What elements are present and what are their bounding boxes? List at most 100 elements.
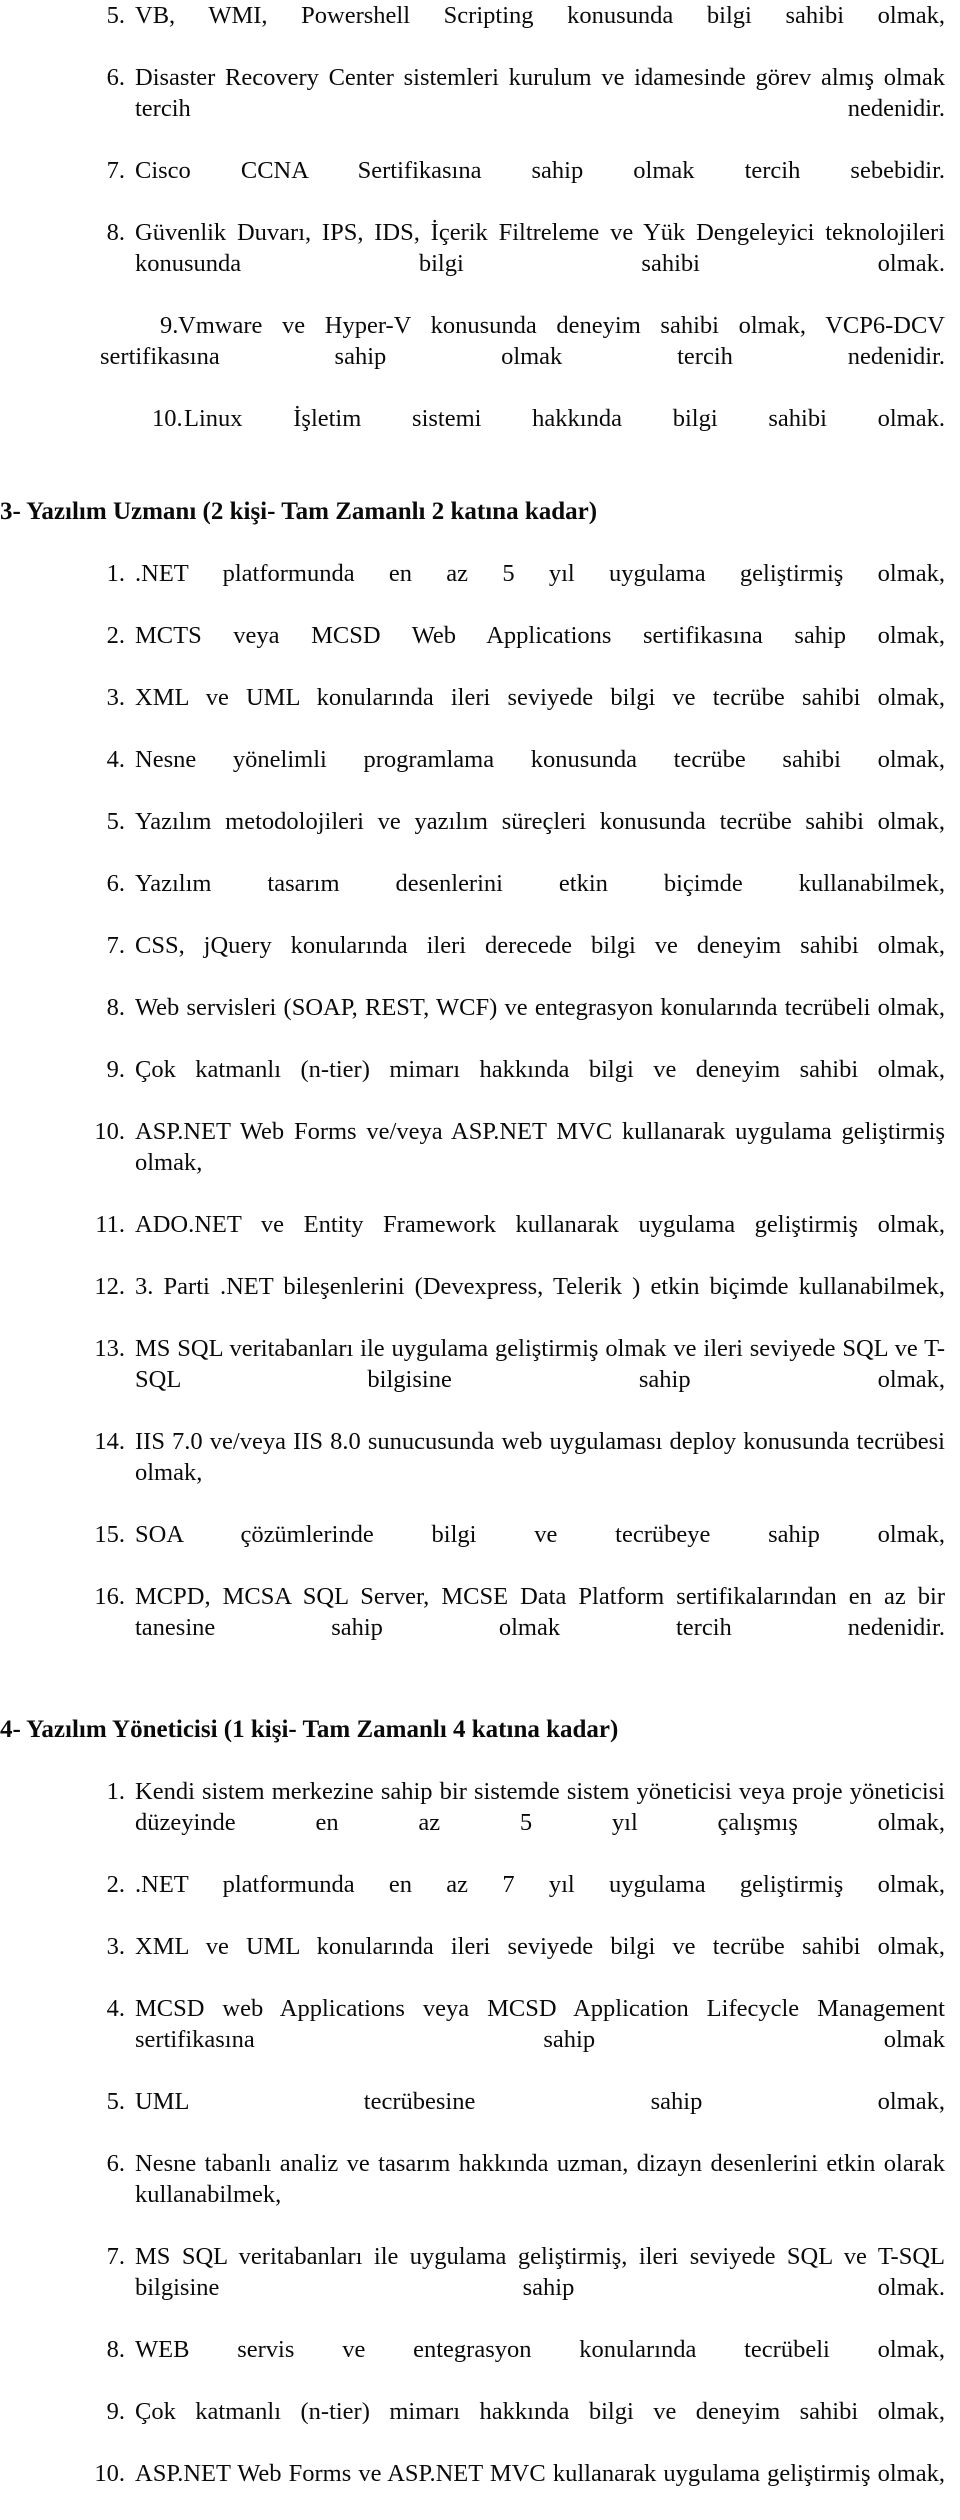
list-item: 5. UML tecrübesine sahip olmak, xyxy=(107,2086,945,2148)
list-item-number: 4. xyxy=(106,1995,125,2022)
list-item: 14. IIS 7.0 ve/veya IIS 8.0 sunucusunda w… xyxy=(94,1426,945,1519)
list-item: 3. XML ve UML konularında ileri seviyede … xyxy=(107,682,945,744)
list-item-number: 8. xyxy=(106,994,125,1021)
section-2-list-indented: 9.Vmware ve Hyper-V konusunda deneyim sa… xyxy=(0,310,960,465)
list-item: 2. MCTS veya MCSD Web Applications sertif… xyxy=(107,620,945,682)
list-item-number: 4. xyxy=(106,746,125,773)
list-item: 6. Nesne tabanlı analiz ve tasarım hakkın… xyxy=(107,2148,945,2241)
list-item-number: 14. xyxy=(94,1428,125,1455)
list-item-text: XML ve UML konularında ileri seviyede bi… xyxy=(135,1933,945,1960)
list-item-text: MCPD, MCSA SQL Server, MCSE Data Platfor… xyxy=(135,1583,945,1641)
list-item-text: ASP.NET Web Forms ve/veya ASP.NET MVC ku… xyxy=(135,1118,945,1176)
list-item-number: 5. xyxy=(106,808,125,835)
list-item: 1. Kendi sistem merkezine sahip bir siste… xyxy=(107,1776,945,1869)
list-item-text: MCTS veya MCSD Web Applications sertifik… xyxy=(135,622,945,649)
section-3: 3- Yazılım Uzmanı (2 kişi- Tam Zamanlı 2… xyxy=(0,496,960,1674)
list-item: 9. Çok katmanlı (n-tier) mimarı hakkında … xyxy=(107,2396,945,2458)
section-3-list: 1. .NET platformunda en az 5 yıl uygulama… xyxy=(0,558,960,1674)
list-item: 15. SOA çözümlerinde bilgi ve tecrübeye s… xyxy=(94,1519,945,1581)
list-item: 2. .NET platformunda en az 7 yıl uygulama… xyxy=(107,1869,945,1931)
list-item-number: 9. xyxy=(106,2398,125,2425)
list-item-number: 2. xyxy=(106,622,125,649)
list-item-number: 7. xyxy=(106,2243,125,2270)
list-item-number: 15. xyxy=(94,1521,125,1548)
list-item-number: 10. xyxy=(94,2460,125,2487)
list-item: 13. MS SQL veritabanları ile uygulama gel… xyxy=(94,1333,945,1426)
list-item-text: Yazılım tasarım desenlerini etkin biçimd… xyxy=(135,870,945,897)
list-item-number: 6. xyxy=(106,2150,125,2177)
list-item-number: 6. xyxy=(106,64,125,91)
section-3-heading: 3- Yazılım Uzmanı (2 kişi- Tam Zamanlı 2… xyxy=(0,498,598,525)
list-item-number: 7. xyxy=(106,932,125,959)
list-item: 10. ASP.NET Web Forms ve ASP.NET MVC kull… xyxy=(94,2458,945,2520)
list-item-text: Disaster Recovery Center sistemleri kuru… xyxy=(135,64,945,122)
list-item-text: UML tecrübesine sahip olmak, xyxy=(135,2088,945,2115)
section-2-continued: 5. VB, WMI, Powershell Scripting konusund… xyxy=(0,0,960,465)
list-item-text: MS SQL veritabanları ile uygulama gelişt… xyxy=(135,2243,945,2301)
list-item: 8. Güvenlik Duvarı, IPS, IDS, İçerik Filt… xyxy=(107,217,945,310)
list-item-number: 10. xyxy=(152,405,183,432)
list-item: 6. Disaster Recovery Center sistemleri ku… xyxy=(107,62,945,155)
list-item: 6. Yazılım tasarım desenlerini etkin biçi… xyxy=(107,868,945,930)
list-item: 9. Çok katmanlı (n-tier) mimarı hakkında … xyxy=(107,1054,945,1116)
list-item-number: 12. xyxy=(94,1273,125,1300)
list-item: 10.Linux İşletim sistemi hakkında bilgi … xyxy=(100,403,945,465)
list-item-number: 3. xyxy=(106,1933,125,1960)
list-item-text: Nesne tabanlı analiz ve tasarım hakkında… xyxy=(135,2150,945,2208)
list-item-text: CSS, jQuery konularında ileri derecede b… xyxy=(135,932,945,959)
list-item-text: Nesne yönelimli programlama konusunda te… xyxy=(135,746,945,773)
list-item-text: XML ve UML konularında ileri seviyede bi… xyxy=(135,684,945,711)
section-2-list-main: 5. VB, WMI, Powershell Scripting konusund… xyxy=(0,0,960,310)
list-item-text: Yazılım metodolojileri ve yazılım süreçl… xyxy=(135,808,945,835)
list-item: 16. MCPD, MCSA SQL Server, MCSE Data Plat… xyxy=(94,1581,945,1674)
list-item-number: 1. xyxy=(106,1778,125,1805)
heading-gap xyxy=(0,1745,960,1776)
section-4: 4- Yazılım Yöneticisi (1 kişi- Tam Zaman… xyxy=(0,1714,960,2520)
list-item: 10. ASP.NET Web Forms ve/veya ASP.NET MVC… xyxy=(94,1116,945,1209)
list-item-text: MCSD web Applications veya MCSD Applicat… xyxy=(135,1995,945,2053)
list-item-number: 11. xyxy=(95,1211,125,1238)
list-item-number: 10. xyxy=(94,1118,125,1145)
list-item-text: Çok katmanlı (n-tier) mimarı hakkında bi… xyxy=(135,1056,945,1083)
list-item-number: 7. xyxy=(106,157,125,184)
list-item: 7. Cisco CCNA Sertifikasına sahip olmak t… xyxy=(107,155,945,217)
list-item-number: 1. xyxy=(106,560,125,587)
list-item-number: 2. xyxy=(106,1871,125,1898)
list-item-text: .NET platformunda en az 7 yıl uygulama g… xyxy=(135,1871,945,1898)
list-item-text: Web servisleri (SOAP, REST, WCF) ve ente… xyxy=(135,994,945,1021)
list-item-text: WEB servis ve entegrasyon konularında te… xyxy=(135,2336,945,2363)
list-item-number: 16. xyxy=(94,1583,125,1610)
heading-gap xyxy=(0,527,960,558)
list-item-text: ASP.NET Web Forms ve ASP.NET MVC kullana… xyxy=(135,2460,945,2487)
section-4-list: 1. Kendi sistem merkezine sahip bir siste… xyxy=(0,1776,960,2520)
list-item: 8. Web servisleri (SOAP, REST, WCF) ve en… xyxy=(107,992,945,1054)
list-item-number: 6. xyxy=(106,870,125,897)
list-item: 3. XML ve UML konularında ileri seviyede … xyxy=(107,1931,945,1993)
list-item-number: 9. xyxy=(106,1056,125,1083)
list-item: 4. Nesne yönelimli programlama konusunda … xyxy=(107,744,945,806)
list-item-number: 13. xyxy=(94,1335,125,1362)
list-item-number: 5. xyxy=(106,2,125,29)
list-item: 5. Yazılım metodolojileri ve yazılım süre… xyxy=(107,806,945,868)
list-item-text: Çok katmanlı (n-tier) mimarı hakkında bi… xyxy=(135,2398,945,2425)
list-item-number: 5. xyxy=(106,2088,125,2115)
list-item-text: Cisco CCNA Sertifikasına sahip olmak ter… xyxy=(135,157,945,184)
list-item-text: IIS 7.0 ve/veya IIS 8.0 sunucusunda web … xyxy=(135,1428,945,1486)
list-item: 7. CSS, jQuery konularında ileri derecede… xyxy=(107,930,945,992)
list-item: 11. ADO.NET ve Entity Framework kullanara… xyxy=(95,1209,945,1271)
list-item: 7. MS SQL veritabanları ile uygulama geli… xyxy=(107,2241,945,2334)
list-item: 12. 3. Parti .NET bileşenlerini (Devexpre… xyxy=(94,1271,945,1333)
list-item: 1. .NET platformunda en az 5 yıl uygulama… xyxy=(107,558,945,620)
list-item-number: 9. xyxy=(160,312,179,339)
list-item-text: 3. Parti .NET bileşenlerini (Devexpress,… xyxy=(135,1273,945,1300)
list-item-text: Linux İşletim sistemi hakkında bilgi sah… xyxy=(184,405,945,432)
list-item-text: Kendi sistem merkezine sahip bir sistemd… xyxy=(135,1778,945,1836)
list-item-text: Güvenlik Duvarı, IPS, IDS, İçerik Filtre… xyxy=(135,219,945,277)
list-item-number: 8. xyxy=(106,2336,125,2363)
list-item-text: ADO.NET ve Entity Framework kullanarak u… xyxy=(135,1211,945,1238)
list-item: 4. MCSD web Applications veya MCSD Applic… xyxy=(107,1993,945,2086)
list-item-number: 8. xyxy=(106,219,125,246)
list-item-text: SOA çözümlerinde bilgi ve tecrübeye sahi… xyxy=(135,1521,945,1548)
